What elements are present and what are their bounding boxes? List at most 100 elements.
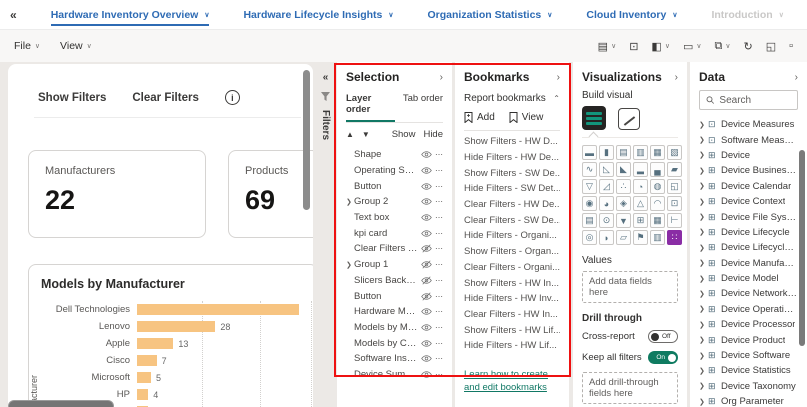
format-visual-icon[interactable] (618, 108, 640, 130)
matrix-icon[interactable]: ▦ (650, 213, 665, 228)
table-name[interactable]: Device Business Serv... (721, 165, 798, 176)
filters-pane-collapsed[interactable]: « Filters (316, 62, 335, 407)
expander-icon[interactable]: ❯ (699, 213, 708, 221)
move-layer-up-icon[interactable]: ▲ (346, 130, 354, 139)
more-options-icon[interactable]: ⋯ (435, 323, 443, 332)
more-options-icon[interactable]: ⋯ (435, 166, 443, 175)
visibility-on-icon[interactable] (421, 182, 432, 191)
table-name[interactable]: Device Taxonomy (721, 381, 796, 392)
layer-name[interactable]: Shape (354, 149, 418, 160)
bar[interactable] (137, 355, 157, 366)
chevron-up-icon[interactable]: ⌃ (553, 94, 560, 103)
bookmark-show-filters-organ[interactable]: Show Filters - Organ... (464, 244, 560, 260)
tab-hardware-inventory-overview[interactable]: Hardware Inventory Overview∨ (51, 3, 210, 26)
layer-row-device-summary[interactable]: Device Summary⋯ (346, 367, 443, 383)
table-name[interactable]: Device Model (721, 273, 779, 284)
tabs-scroll-left-icon[interactable]: « (10, 8, 17, 22)
table-name[interactable]: Device Manufacturer (721, 258, 798, 269)
table-row-device-statistics[interactable]: ❯⊞Device Statistics (699, 363, 798, 378)
100-stacked-column-chart-icon[interactable]: ▧ (667, 145, 682, 160)
layer-name[interactable]: Models by Category (354, 338, 418, 349)
layer-row-clear-filters-show[interactable]: Clear Filters (Show)⋯ (346, 241, 443, 257)
layer-name[interactable]: Operating System Su... (354, 165, 418, 176)
layer-name[interactable]: Software Installed on ... (354, 353, 418, 364)
learn-bookmarks-link[interactable]: Learn how to create and edit bookmarks (464, 368, 556, 396)
table-row-device-operating-sy[interactable]: ❯⊞Device Operating Sy... (699, 302, 798, 317)
table-row-device-product[interactable]: ❯⊞Device Product (699, 332, 798, 347)
table-name[interactable]: Device Processor (721, 319, 795, 330)
table-name[interactable]: Device Lifecycle (721, 227, 790, 238)
100-stacked-bar-chart-icon[interactable]: ▦ (650, 145, 665, 160)
layer-name[interactable]: Text box (354, 212, 418, 223)
table-row-device-software[interactable]: ❯⊞Device Software (699, 348, 798, 363)
layer-row-text-box[interactable]: Text box⋯ (346, 210, 443, 226)
line-and-clustered-column-chart-icon[interactable]: ▄ (650, 162, 665, 177)
menu-file[interactable]: File∨ (14, 40, 40, 52)
values-field-well[interactable]: Add data fields here (582, 271, 678, 303)
layer-name[interactable]: Hardware Models De... (354, 306, 418, 317)
cross-report-toggle[interactable]: Off (648, 330, 678, 343)
more-options-icon[interactable]: ⋯ (435, 339, 443, 348)
chart-bar-row[interactable]: Microsoft5 (41, 369, 313, 386)
multi-row-card-icon[interactable]: ▤ (582, 213, 597, 228)
keep-all-filters-toggle[interactable]: On (648, 351, 678, 364)
table-row-device-lifecycle-daily[interactable]: ❯⊞Device Lifecycle Daily (699, 240, 798, 255)
bookmark-hide-filters-sw-det[interactable]: Hide Filters - SW Det... (464, 181, 560, 197)
expander-icon[interactable]: ❯ (699, 167, 708, 175)
expander-icon[interactable]: ❯ (699, 382, 708, 390)
layer-name[interactable]: Models by Manufact... (354, 322, 418, 333)
more-options-icon[interactable]: ⋯ (435, 292, 443, 301)
table-name[interactable]: Device (721, 150, 750, 161)
visibility-on-icon[interactable] (421, 197, 432, 206)
shape-map-icon[interactable]: ◈ (616, 196, 631, 211)
bookmark-show-filters-hw-in[interactable]: Show Filters - HW In... (464, 275, 560, 291)
bar[interactable] (137, 389, 148, 400)
table-row-device-taxonomy[interactable]: ❯⊞Device Taxonomy (699, 379, 798, 394)
info-icon[interactable]: i (225, 90, 240, 105)
table-name[interactable]: Device Context (721, 196, 785, 207)
data-scrollbar[interactable] (799, 150, 805, 346)
visibility-on-icon[interactable] (421, 213, 432, 222)
layer-name[interactable]: Button (354, 181, 418, 192)
layer-row-group-1[interactable]: ❯Group 1⋯ (346, 257, 443, 273)
text-box-icon[interactable]: ⊡ (629, 40, 638, 53)
bookmark-show-filters-sw-de[interactable]: Show Filters - SW De... (464, 165, 560, 181)
expander-icon[interactable]: ❯ (699, 244, 708, 252)
bookmark-hide-filters-hw-de[interactable]: Hide Filters - HW De... (464, 150, 560, 166)
visibility-off-icon[interactable] (421, 260, 432, 269)
bar[interactable] (137, 321, 215, 332)
add-bookmark-button[interactable]: Add (464, 112, 495, 123)
expander-icon[interactable]: ❯ (699, 228, 708, 236)
expander-icon[interactable]: ❯ (699, 182, 708, 190)
visibility-on-icon[interactable] (421, 229, 432, 238)
clustered-column-chart-icon[interactable]: ▥ (633, 145, 648, 160)
layer-row-operating-system-su[interactable]: Operating System Su... ⋯ (346, 163, 443, 179)
bar[interactable] (137, 338, 173, 349)
metrics-icon[interactable]: ⚑ (633, 230, 648, 245)
table-name[interactable]: Device Statistics (721, 365, 791, 376)
table-name[interactable]: Device Measures (721, 119, 794, 130)
clustered-bar-chart-icon[interactable]: ▤ (616, 145, 631, 160)
layer-row-shape[interactable]: Shape⋯ (346, 147, 443, 163)
tab-tab-order[interactable]: Tab order (395, 90, 444, 122)
more-options-icon[interactable]: ⋯ (435, 244, 443, 253)
table-row-device-calendar[interactable]: ❯⊞Device Calendar (699, 179, 798, 194)
kpi-icon[interactable]: ⊙ (599, 213, 614, 228)
area-chart-icon[interactable]: ◺ (599, 162, 614, 177)
treemap-icon[interactable]: ◱ (667, 179, 682, 194)
table-row-device-measures[interactable]: ❯⊡Device Measures (699, 117, 798, 132)
power-apps-icon[interactable]: ∷ (667, 230, 682, 245)
table-row-device-network-ada[interactable]: ❯⊞Device Network Ada... (699, 286, 798, 301)
refresh-icon[interactable]: ↻ (743, 40, 752, 53)
build-visual-icon[interactable] (582, 106, 606, 130)
chart-bar-row[interactable]: Dell Technologies (41, 301, 313, 318)
show-all-button[interactable]: Show (392, 129, 416, 140)
layer-row-models-by-manufact[interactable]: Models by Manufact... ⋯ (346, 320, 443, 336)
table-icon[interactable]: ⊞ (633, 213, 648, 228)
filled-map-icon[interactable]: ◕ (599, 196, 614, 211)
funnel-chart-icon[interactable]: ▽ (582, 179, 597, 194)
table-name[interactable]: Device Product (721, 335, 785, 346)
table-row-device-context[interactable]: ❯⊞Device Context (699, 194, 798, 209)
expander-icon[interactable]: ❯ (699, 398, 708, 406)
visibility-on-icon[interactable] (421, 339, 432, 348)
